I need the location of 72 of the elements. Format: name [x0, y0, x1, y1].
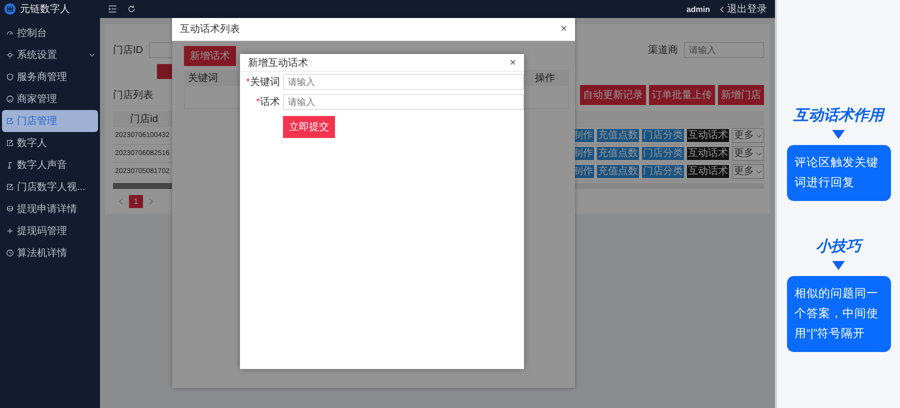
action-button[interactable]: 门店分类 [642, 129, 684, 142]
input-field[interactable]: 请输入 [283, 94, 524, 110]
chevron-left-icon [720, 6, 724, 12]
gear-icon [6, 51, 14, 59]
chevron-down-icon [89, 53, 95, 57]
logout-button[interactable]: 退出登录 [720, 2, 767, 16]
action-button[interactable]: 充值点数 [597, 147, 639, 160]
menu-fold-icon[interactable] [108, 5, 117, 13]
chevron-down-icon [756, 134, 762, 138]
triangle-down-icon [832, 261, 845, 270]
list-title: 门店列表 [113, 88, 153, 102]
music-note-icon [6, 161, 14, 169]
chevron-down-icon [756, 152, 762, 156]
add-button[interactable]: 新增话术 [184, 46, 236, 66]
dialog-title: 互动话术列表 [180, 22, 240, 36]
toolbar-button[interactable]: 新增门店 [718, 85, 764, 105]
tip-box: 相似的问题同一个答案，中间使用“|”符号隔开 [786, 276, 890, 352]
sidebar-item[interactable]: 系统设置 [2, 44, 98, 66]
close-button[interactable]: × [560, 23, 567, 35]
tip-box: 评论区触发关键词进行回复 [786, 145, 890, 201]
logo-icon [4, 3, 16, 15]
channel-field[interactable]: 请输入 [684, 42, 764, 58]
close-button[interactable]: × [510, 56, 516, 68]
tip-heading: 小技巧 [816, 237, 861, 256]
more-dropdown[interactable]: 更多 [732, 128, 764, 143]
sidebar-item[interactable]: 服务商管理 [2, 66, 98, 88]
dialog-title: 新增互动话术 [248, 56, 308, 70]
gauge-icon [6, 29, 14, 37]
sidebar-item[interactable]: 门店数字人视... [2, 176, 98, 198]
action-button[interactable]: 门店分类 [642, 147, 684, 160]
toolbar-button[interactable]: 订单批量上传 [649, 85, 715, 105]
column-header: 操作 [534, 72, 556, 85]
more-dropdown[interactable]: 更多 [732, 146, 764, 161]
action-button[interactable]: 门店分类 [642, 165, 684, 178]
action-button[interactable]: 充值点数 [597, 129, 639, 142]
column-header: 关键词 [188, 72, 218, 85]
sidebar-item[interactable]: 商家管理 [2, 88, 98, 110]
page-button[interactable]: 1 [129, 195, 143, 208]
toolbar-button[interactable]: 自动更新记录 [580, 85, 646, 105]
more-dropdown[interactable]: 更多 [732, 164, 764, 179]
sidebar-item[interactable]: 门店管理 [2, 110, 98, 132]
action-button[interactable]: 互动话术 [687, 129, 729, 142]
sidebar-item[interactable]: 算法机详情 [2, 242, 98, 264]
edit-icon [6, 117, 14, 125]
column-header: 门店id [129, 112, 159, 126]
plus-icon [6, 227, 14, 235]
user-name: admin [686, 4, 710, 14]
field-label: *关键词 [245, 76, 280, 89]
brand-name: 元链数字人 [20, 2, 70, 16]
edit-icon [6, 183, 14, 191]
chevron-down-icon [756, 170, 762, 174]
sidebar-item[interactable]: 数字人声音 [2, 154, 98, 176]
refresh-icon[interactable] [127, 5, 136, 13]
sidebar-item[interactable]: 提现申请详情 [2, 198, 98, 220]
shield-icon [6, 73, 14, 81]
input-field[interactable]: 请输入 [283, 74, 524, 90]
tip-heading: 互动话术作用 [794, 106, 884, 125]
filter-label: 渠道商 [648, 44, 678, 57]
sidebar-item[interactable]: 提现码管理 [2, 220, 98, 242]
action-button[interactable]: 充值点数 [597, 165, 639, 178]
action-button[interactable]: 互动话术 [687, 165, 729, 178]
sidebar-item[interactable]: 数字人 [2, 132, 98, 154]
face-icon [6, 95, 14, 103]
clock-icon [6, 249, 14, 257]
triangle-down-icon [832, 130, 845, 139]
filter-label: 门店ID [113, 44, 143, 57]
field-label: *话术 [255, 96, 280, 109]
action-button[interactable]: 互动话术 [687, 147, 729, 160]
coin-icon [6, 205, 14, 213]
submit-button[interactable]: 立即提交 [283, 116, 335, 138]
edit-icon [6, 139, 14, 147]
sidebar-item[interactable]: 控制台 [2, 22, 98, 44]
